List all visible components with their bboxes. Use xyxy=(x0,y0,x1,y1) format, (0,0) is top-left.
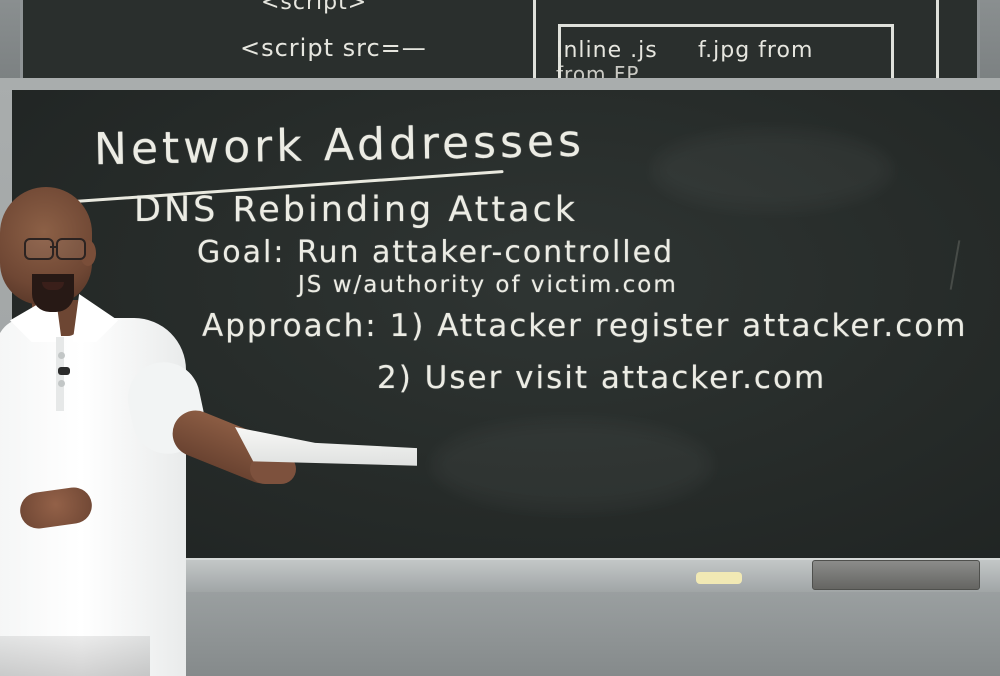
upper-box-line-2: f.jpg from xyxy=(698,38,814,63)
shirt-button xyxy=(58,352,65,359)
foreground-shadow xyxy=(0,636,150,676)
shirt-button xyxy=(58,380,65,387)
goal-detail-line: JS w/authority of victim.com xyxy=(298,272,678,298)
chalk-stick xyxy=(696,572,742,584)
glasses-left-lens xyxy=(24,238,54,260)
board-eraser xyxy=(812,560,980,590)
upper-box-line-1: Inline .js xyxy=(556,38,658,63)
chalk-smudge xyxy=(432,420,712,510)
approach-line-2: 2) User visit attacker.com xyxy=(377,360,827,396)
upper-script-line: <script> xyxy=(261,0,368,15)
beard xyxy=(32,274,74,312)
upper-script-src-line: <script src=— xyxy=(240,34,427,62)
glasses-bridge xyxy=(50,246,58,248)
lapel-microphone xyxy=(58,367,70,375)
lecture-scene: <script> <script src=— Inline .js f.jpg … xyxy=(0,0,1000,676)
upper-chalkboard: <script> <script src=— Inline .js f.jpg … xyxy=(20,0,980,86)
glasses-right-lens xyxy=(56,238,86,260)
faint-arrow xyxy=(949,240,961,290)
board-title: Network Addresses xyxy=(93,115,586,176)
chalk-smudge xyxy=(652,130,892,210)
lecturer xyxy=(0,182,417,676)
